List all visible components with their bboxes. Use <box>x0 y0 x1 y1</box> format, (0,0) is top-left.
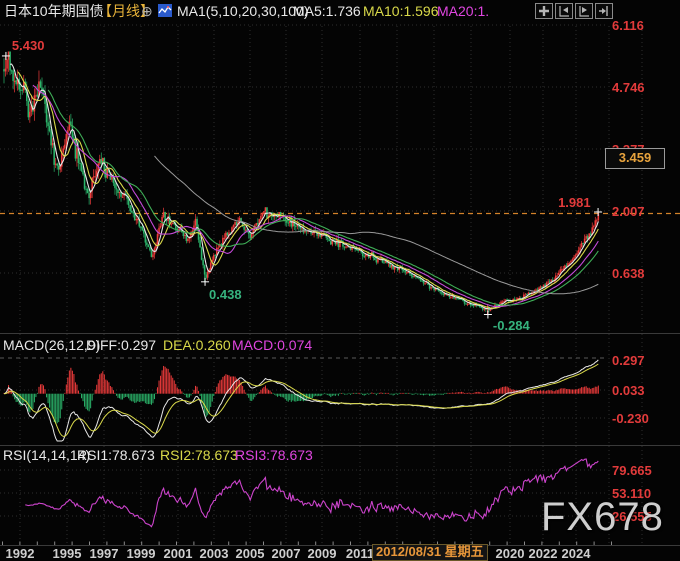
price-axis-label: 0.638 <box>612 266 645 281</box>
time-axis-label: 2009 <box>307 546 337 561</box>
rsi1-value: RSI1:78.673 <box>77 447 155 463</box>
chart-canvas <box>0 24 680 546</box>
ma-settings-label: MA1(5,10,20,30,100) <box>177 3 309 19</box>
macd-value: MACD:0.074 <box>232 337 313 353</box>
crosshair-date-box: 2012/08/31 星期五 <box>372 544 488 561</box>
rsi3-value: RSI3:78.673 <box>235 447 313 463</box>
ma10-value: MA10:1.596 <box>363 3 439 19</box>
price-annotation-5.430: 5.430 <box>11 37 45 53</box>
watermark-logo: FX678 <box>541 495 664 539</box>
ma5-value: MA5:1.736 <box>293 3 361 19</box>
rsi2-value: RSI2:78.673 <box>160 447 238 463</box>
mini-chart-icon[interactable] <box>158 4 172 17</box>
price-annotation-1.981: 1.981 <box>558 195 591 210</box>
time-axis-label: 2001 <box>163 546 193 561</box>
macd-axis-label: 0.033 <box>612 383 645 398</box>
time-axis-label: 1997 <box>89 546 119 561</box>
macd-axis-label: -0.230 <box>612 411 649 426</box>
crosshair-price-box: 3.459 <box>605 148 665 169</box>
time-axis-label: 1992 <box>5 546 35 561</box>
expand-circle-icon[interactable]: ⊕ <box>141 4 153 19</box>
shift-right-button[interactable] <box>595 3 613 19</box>
time-axis-label: 1995 <box>52 546 82 561</box>
compress-left-button[interactable] <box>555 3 573 19</box>
price-annotation-0.438: 0.438 <box>209 286 242 302</box>
macd-axis-label: 0.297 <box>612 353 645 368</box>
ma20-value: MA20:1. <box>437 3 490 19</box>
price-annotation--0.284: -0.284 <box>492 318 530 334</box>
time-axis-label: 2003 <box>199 546 229 561</box>
macd-dea-value: DEA:0.260 <box>163 337 231 353</box>
price-axis-label: 4.746 <box>612 80 645 95</box>
instrument-title: 日本10年期国债 <box>4 3 104 19</box>
chart-plot-area[interactable] <box>0 26 608 545</box>
macd-diff-value: DIFF:0.297 <box>86 337 157 353</box>
chart-app-window: 日本10年期国债 【月线】 ⊕ MA1(5,10,20,30,100) MA5:… <box>0 0 680 561</box>
expand-right-button[interactable] <box>575 3 593 19</box>
pan-cross-button[interactable] <box>535 3 553 19</box>
price-axis-label: 2.007 <box>612 204 645 219</box>
time-axis-label: 2005 <box>235 546 265 561</box>
time-axis-label: 1999 <box>126 546 156 561</box>
time-axis-label: 2024 <box>561 546 591 561</box>
rsi-axis-label: 79.665 <box>612 463 652 478</box>
time-axis-label: 2007 <box>271 546 301 561</box>
price-axis-label: 6.116 <box>612 18 644 33</box>
